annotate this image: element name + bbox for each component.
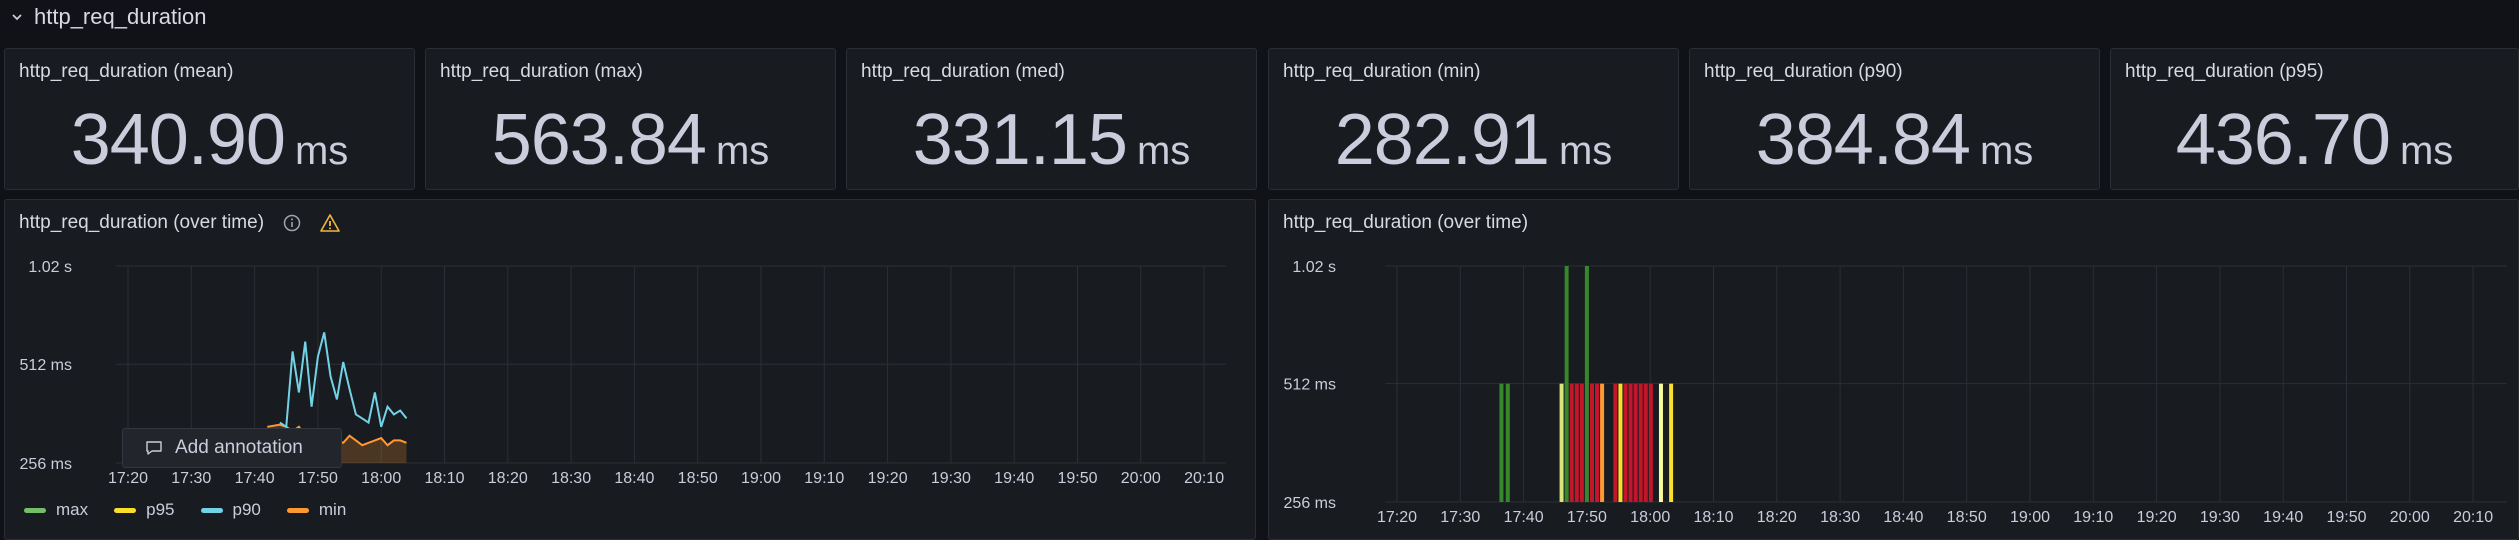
x-tick-label: 20:10 (2453, 509, 2493, 526)
x-tick-label: 20:00 (1121, 470, 1161, 487)
x-tick-label: 18:10 (1693, 509, 1733, 526)
annotation-label: Add annotation (175, 437, 303, 458)
x-tick-label: 17:50 (298, 470, 338, 487)
bar (1633, 383, 1638, 502)
y-tick-label: 512 ms (20, 357, 72, 374)
bar (1564, 266, 1569, 502)
x-tick-label: 17:20 (108, 470, 148, 487)
x-tick-label: 19:30 (931, 470, 971, 487)
x-tick-label: 19:30 (2200, 509, 2240, 526)
bar (1505, 383, 1510, 502)
bar (1613, 383, 1618, 502)
legend-item-min[interactable]: min (286, 500, 347, 520)
x-tick-label: 18:00 (1630, 509, 1670, 526)
x-tick-label: 20:10 (1184, 470, 1224, 487)
x-tick-label: 19:00 (741, 470, 781, 487)
legend-swatch (286, 507, 309, 513)
x-tick-label: 19:40 (2263, 509, 2303, 526)
x-tick-label: 18:50 (1947, 509, 1987, 526)
x-tick-label: 18:50 (678, 470, 718, 487)
bar (1669, 383, 1674, 502)
legend-item-max[interactable]: max (24, 500, 88, 520)
timeseries-chart-right[interactable]: 17:20 17:30 17:40 17:50 18:00 18:10 18:20 18:30… (1262, 0, 2519, 540)
x-tick-label: 17:30 (171, 470, 211, 487)
x-tick-label: 18:20 (488, 470, 528, 487)
bar (1638, 383, 1643, 502)
x-tick-label: 17:20 (1377, 509, 1417, 526)
series-line-p90 (279, 332, 408, 429)
x-tick-label: 19:20 (868, 470, 908, 487)
x-tick-label: 18:30 (551, 470, 591, 487)
x-tick-label: 19:10 (804, 470, 844, 487)
x-tick-label: 19:50 (1057, 470, 1097, 487)
x-tick-label: 17:40 (235, 470, 275, 487)
bar (1658, 383, 1663, 502)
bar (1623, 383, 1628, 502)
bar (1579, 383, 1584, 502)
x-tick-label: 19:00 (2010, 509, 2050, 526)
legend-item-p95[interactable]: p95 (114, 500, 175, 520)
bar (1499, 383, 1504, 502)
x-tick-label: 18:10 (424, 470, 464, 487)
bar (1595, 383, 1600, 502)
y-tick-label: 256 ms (1284, 495, 1336, 512)
legend-label: min (318, 500, 347, 519)
x-tick-label: 19:20 (2137, 509, 2177, 526)
x-tick-label: 17:50 (1567, 509, 1607, 526)
legend-label: max (56, 500, 89, 519)
y-tick-label: 1.02 s (1292, 259, 1336, 276)
x-tick-label: 19:50 (2326, 509, 2366, 526)
x-tick-label: 19:10 (2073, 509, 2113, 526)
x-tick-label: 17:40 (1504, 509, 1544, 526)
bar (1559, 383, 1564, 502)
legend-item-p90[interactable]: p90 (200, 500, 261, 520)
x-tick-label: 18:00 (361, 470, 401, 487)
bar (1628, 383, 1633, 502)
y-tick-label: 256 ms (20, 456, 72, 473)
legend-left: max p95 p90 min (24, 500, 346, 520)
comment-icon (146, 441, 162, 455)
legend-swatch (114, 507, 137, 513)
x-tick-label: 18:30 (1820, 509, 1860, 526)
x-tick-label: 19:40 (994, 470, 1034, 487)
legend-swatch (24, 507, 46, 513)
legend-swatch (200, 507, 223, 513)
x-tick-label: 18:20 (1757, 509, 1797, 526)
legend-label: p90 (232, 500, 261, 519)
bar (1648, 383, 1653, 502)
x-tick-label: 18:40 (614, 470, 654, 487)
bar (1589, 383, 1594, 502)
legend-label: p95 (146, 500, 175, 519)
x-tick-label: 20:00 (2390, 509, 2430, 526)
bar (1569, 383, 1574, 502)
x-tick-label: 17:30 (1440, 509, 1480, 526)
bar (1574, 383, 1579, 502)
y-tick-label: 512 ms (1284, 377, 1336, 394)
bar (1584, 266, 1589, 502)
add-annotation-button[interactable]: Add annotation (122, 428, 342, 468)
x-tick-label: 18:40 (1883, 509, 1923, 526)
y-tick-label: 1.02 s (28, 259, 72, 276)
bar (1643, 383, 1648, 502)
bar (1618, 383, 1623, 502)
bar (1600, 383, 1605, 502)
